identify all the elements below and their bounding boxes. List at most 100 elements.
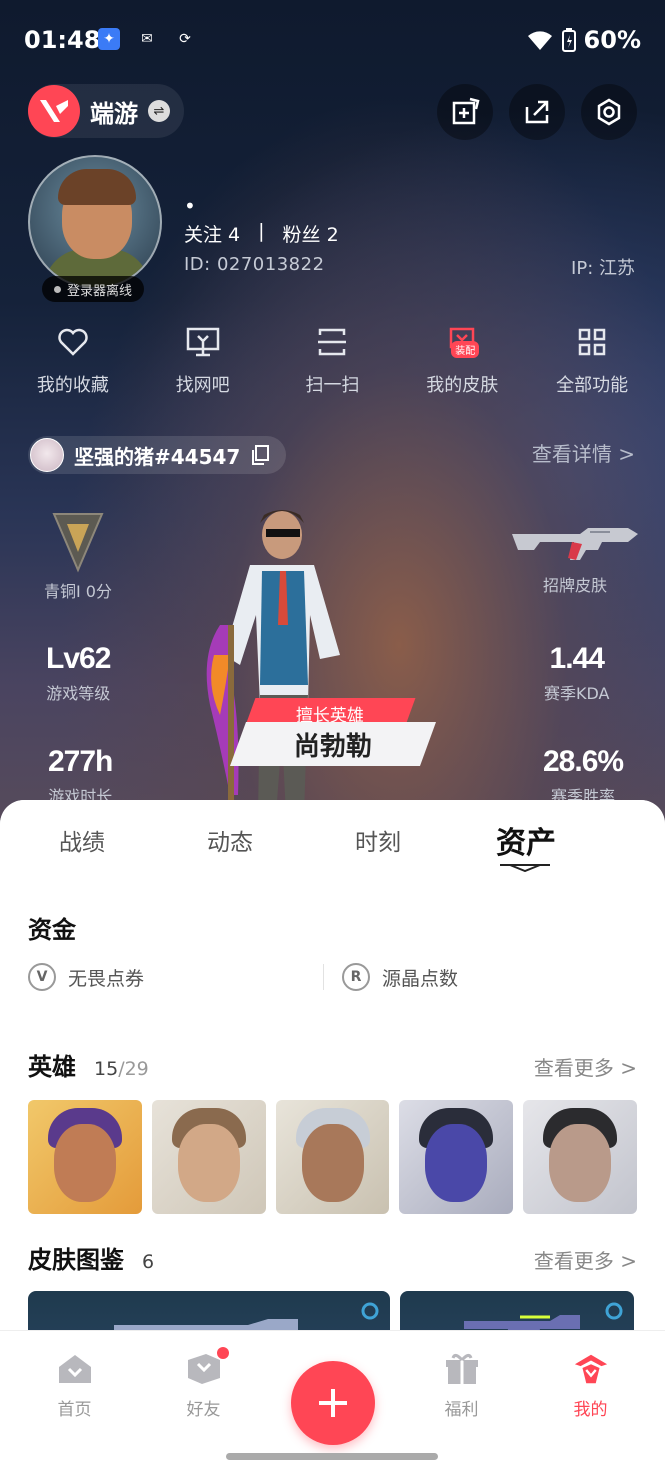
radianite-icon: R bbox=[342, 963, 370, 991]
equip-badge: 装配 bbox=[451, 341, 480, 358]
add-post-button[interactable] bbox=[437, 84, 493, 140]
home-icon bbox=[57, 1351, 93, 1387]
agent-thumbnail[interactable] bbox=[151, 1100, 266, 1214]
skin-icon: 装配 bbox=[445, 325, 480, 359]
nav-friends[interactable]: 好友 bbox=[149, 1347, 259, 1445]
nav-benefits[interactable]: 福利 bbox=[407, 1351, 517, 1445]
gear-icon bbox=[597, 98, 621, 126]
main-agent-name: 尚勃勒 bbox=[293, 731, 372, 762]
share-icon bbox=[525, 100, 549, 124]
nav-create[interactable] bbox=[278, 1351, 388, 1445]
monitor-icon bbox=[186, 325, 220, 359]
agents-section: 英雄 15/29 查看更多 > bbox=[28, 1025, 637, 1220]
game-account[interactable]: 坚强的猪#44547 bbox=[28, 436, 287, 474]
account-name: 坚强的猪#44547 bbox=[74, 444, 241, 469]
user-id: ID: 027013822 bbox=[184, 254, 325, 275]
level-label: 游戏等级 bbox=[46, 684, 111, 703]
menu-find-netcafe[interactable]: 找网吧 bbox=[140, 325, 265, 397]
mail-icon: ✉ bbox=[141, 31, 153, 47]
wifi-icon bbox=[527, 31, 552, 50]
agent-thumbnail[interactable] bbox=[28, 1100, 142, 1214]
followers-count[interactable]: 粉丝 2 bbox=[283, 220, 339, 247]
avatar[interactable] bbox=[28, 155, 162, 289]
agent-thumbnail[interactable] bbox=[523, 1100, 637, 1214]
app-name: 端游 bbox=[90, 99, 138, 128]
agent-thumbnail[interactable] bbox=[399, 1100, 514, 1214]
battery-icon bbox=[561, 28, 576, 52]
battery-level: 60% bbox=[583, 26, 641, 54]
tab-record[interactable]: 战绩 bbox=[8, 823, 156, 857]
menu-favorites[interactable]: 我的收藏 bbox=[10, 325, 135, 397]
kda-label: 赛季KDA bbox=[544, 684, 610, 703]
create-post-button[interactable] bbox=[290, 1361, 375, 1445]
status-bar: 01:48 ✦ ✉ ⟳ 60% bbox=[0, 0, 665, 80]
rifle-skin-icon bbox=[512, 528, 638, 560]
profile-icon bbox=[573, 1351, 609, 1387]
status-time: 01:48 bbox=[24, 26, 101, 54]
quick-menu: 我的收藏 找网吧 扫一扫 装配 我的皮肤 全部功能 bbox=[0, 325, 665, 397]
skins-see-more-link[interactable]: 查看更多 > bbox=[534, 1245, 637, 1274]
separator: | bbox=[258, 220, 265, 242]
scan-icon bbox=[315, 325, 349, 359]
playtime-block: 277h 游戏时长 bbox=[48, 745, 113, 807]
rank-block[interactable]: 青铜I 0分 bbox=[44, 510, 112, 602]
heart-icon bbox=[56, 325, 90, 359]
valorant-logo-icon bbox=[28, 85, 80, 137]
signature-skin-block[interactable]: 招牌皮肤 bbox=[510, 520, 640, 596]
user-ip: IP: 江苏 bbox=[571, 258, 635, 279]
winrate-block: 28.6% 赛季胜率 bbox=[543, 745, 624, 807]
winrate-value: 28.6% bbox=[543, 745, 624, 778]
tab-moments[interactable]: 时刻 bbox=[304, 823, 452, 857]
valorant-points-icon: V bbox=[28, 963, 56, 991]
swap-icon: ⇌ bbox=[148, 100, 170, 122]
bottom-nav: 首页 好友 福利 我的 bbox=[0, 1330, 665, 1477]
tab-bar: 战绩 动态 时刻 资产 bbox=[0, 800, 665, 880]
active-tab-indicator bbox=[500, 864, 550, 872]
notification-dot bbox=[216, 1347, 229, 1359]
sync-icon: ⟳ bbox=[179, 31, 191, 47]
following-count[interactable]: 关注 4 bbox=[184, 220, 240, 247]
signature-skin-label: 招牌皮肤 bbox=[542, 576, 607, 595]
nav-home[interactable]: 首页 bbox=[20, 1351, 130, 1445]
level-value: Lv62 bbox=[46, 642, 111, 675]
funds-section: 资金 V 无畏点券 R 源晶点数 bbox=[28, 880, 637, 1025]
skins-count: 6 bbox=[142, 1251, 155, 1273]
agents-count: 15/29 bbox=[94, 1058, 149, 1080]
view-details-link[interactable]: 查看详情 > bbox=[532, 438, 635, 467]
friends-icon bbox=[186, 1351, 222, 1387]
valorant-points[interactable]: V 无畏点券 bbox=[28, 963, 323, 991]
home-indicator bbox=[226, 1453, 438, 1460]
profile-header: 01:48 ✦ ✉ ⟳ 60% 端游 ⇌ 登录器离线 • 关注 4 | 粉丝 2… bbox=[0, 0, 665, 860]
rank-label: 青铜I 0分 bbox=[44, 582, 112, 601]
grid-icon bbox=[575, 325, 609, 359]
tab-assets[interactable]: 资产 bbox=[452, 818, 600, 862]
copy-icon[interactable] bbox=[250, 444, 270, 466]
radianite-points[interactable]: R 源晶点数 bbox=[342, 963, 637, 991]
agents-title: 英雄 bbox=[28, 1053, 76, 1081]
agent-thumbnails bbox=[28, 1100, 637, 1214]
tab-feed[interactable]: 动态 bbox=[156, 823, 304, 857]
nickname: • bbox=[184, 194, 196, 218]
gift-icon bbox=[444, 1351, 480, 1387]
bronze-rank-icon bbox=[52, 513, 104, 573]
app-switcher[interactable]: 端游 ⇌ bbox=[28, 84, 184, 138]
menu-my-skins[interactable]: 装配 我的皮肤 bbox=[400, 325, 525, 397]
menu-scan[interactable]: 扫一扫 bbox=[270, 325, 395, 397]
plus-icon bbox=[318, 1389, 347, 1417]
settings-button[interactable] bbox=[581, 84, 637, 140]
skins-title: 皮肤图鉴 bbox=[28, 1246, 124, 1274]
divider bbox=[323, 964, 324, 990]
agents-see-more-link[interactable]: 查看更多 > bbox=[534, 1052, 637, 1081]
featured-agent-figure bbox=[206, 510, 340, 815]
funds-title: 资金 bbox=[28, 916, 76, 944]
menu-all-features[interactable]: 全部功能 bbox=[530, 325, 655, 397]
share-button[interactable] bbox=[509, 84, 565, 140]
kda-value: 1.44 bbox=[549, 642, 605, 675]
kda-block: 1.44 赛季KDA bbox=[544, 642, 609, 704]
follow-stats: 关注 4 | 粉丝 2 bbox=[184, 220, 339, 247]
add-card-icon bbox=[452, 97, 480, 125]
account-avatar bbox=[30, 438, 64, 472]
nav-me[interactable]: 我的 bbox=[536, 1351, 646, 1445]
agent-thumbnail[interactable] bbox=[275, 1100, 390, 1214]
app-notification-icon: ✦ bbox=[98, 28, 120, 50]
